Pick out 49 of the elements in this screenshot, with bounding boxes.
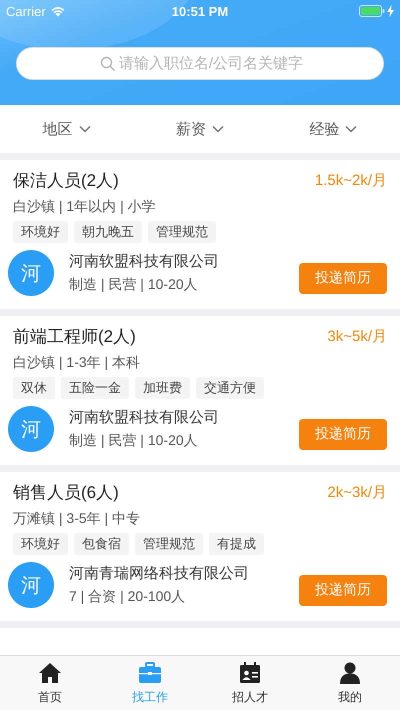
company-name: 河南软盟科技有限公司 xyxy=(69,252,220,271)
briefcase-icon xyxy=(138,660,162,684)
job-title: 销售人员(6人) xyxy=(13,482,119,504)
benefit-tag: 管理规范 xyxy=(148,221,216,243)
company-avatar: 河 xyxy=(8,250,54,296)
chevron-down-icon xyxy=(345,125,358,133)
company-name: 河南青瑞网络科技有限公司 xyxy=(69,564,250,583)
company-info: 7 | 合资 | 20-100人 xyxy=(69,588,186,606)
job-details: 万滩镇 | 3-5年 | 中专 xyxy=(13,509,142,528)
benefit-tag: 包食宿 xyxy=(74,533,129,555)
salary: 3k~5k/月 xyxy=(327,326,387,346)
id-card-icon xyxy=(238,660,262,684)
benefit-tag: 交通方便 xyxy=(196,377,264,399)
salary: 1.5k~2k/月 xyxy=(314,170,387,190)
benefit-tag: 有提成 xyxy=(209,533,264,555)
company-info: 制造 | 民营 | 10-20人 xyxy=(69,432,199,450)
house-icon xyxy=(38,660,62,684)
filter-dropdown[interactable]: 经验 xyxy=(266,114,400,144)
benefit-tag: 环境好 xyxy=(13,533,68,555)
company-info: 制造 | 民营 | 10-20人 xyxy=(69,276,199,294)
tab-item[interactable]: 招人才 xyxy=(200,656,300,710)
search-icon xyxy=(100,56,116,72)
company-avatar: 河 xyxy=(8,562,54,608)
job-details: 白沙镇 | 1-3年 | 本科 xyxy=(13,353,142,372)
battery-icon xyxy=(358,5,385,17)
salary: 2k~3k/月 xyxy=(327,482,387,502)
chevron-down-icon xyxy=(212,125,224,133)
search-field[interactable]: 请输入职位名/公司名关键字 xyxy=(16,47,384,80)
job-details: 白沙镇 | 1年以内 | 小学 xyxy=(13,197,157,216)
status-time: 10:51 PM xyxy=(172,4,228,18)
benefit-tag: 双休 xyxy=(13,377,55,399)
company-avatar: 河 xyxy=(8,406,54,452)
charging-bolt-icon xyxy=(386,5,394,17)
tab-item[interactable]: 首页 xyxy=(0,656,100,710)
benefit-tag: 五险一金 xyxy=(61,377,129,399)
benefit-tag: 加班费 xyxy=(135,377,190,399)
wifi-icon xyxy=(50,6,65,16)
chevron-down-icon xyxy=(78,125,91,133)
benefit-tag: 管理规范 xyxy=(135,533,203,555)
benefit-tag: 环境好 xyxy=(13,221,68,243)
benefit-tag: 朝九晚五 xyxy=(74,221,142,243)
company-name: 河南软盟科技有限公司 xyxy=(69,408,220,427)
filter-dropdown[interactable]: 薪资 xyxy=(133,114,267,144)
tab-item[interactable]: 我的 xyxy=(300,656,400,710)
job-title: 保洁人员(2人) xyxy=(13,170,119,192)
job-title: 前端工程师(2人) xyxy=(13,326,136,348)
person-icon xyxy=(338,660,362,684)
filter-dropdown[interactable]: 地区 xyxy=(0,114,134,144)
carrier-name: Carrier xyxy=(6,4,46,18)
